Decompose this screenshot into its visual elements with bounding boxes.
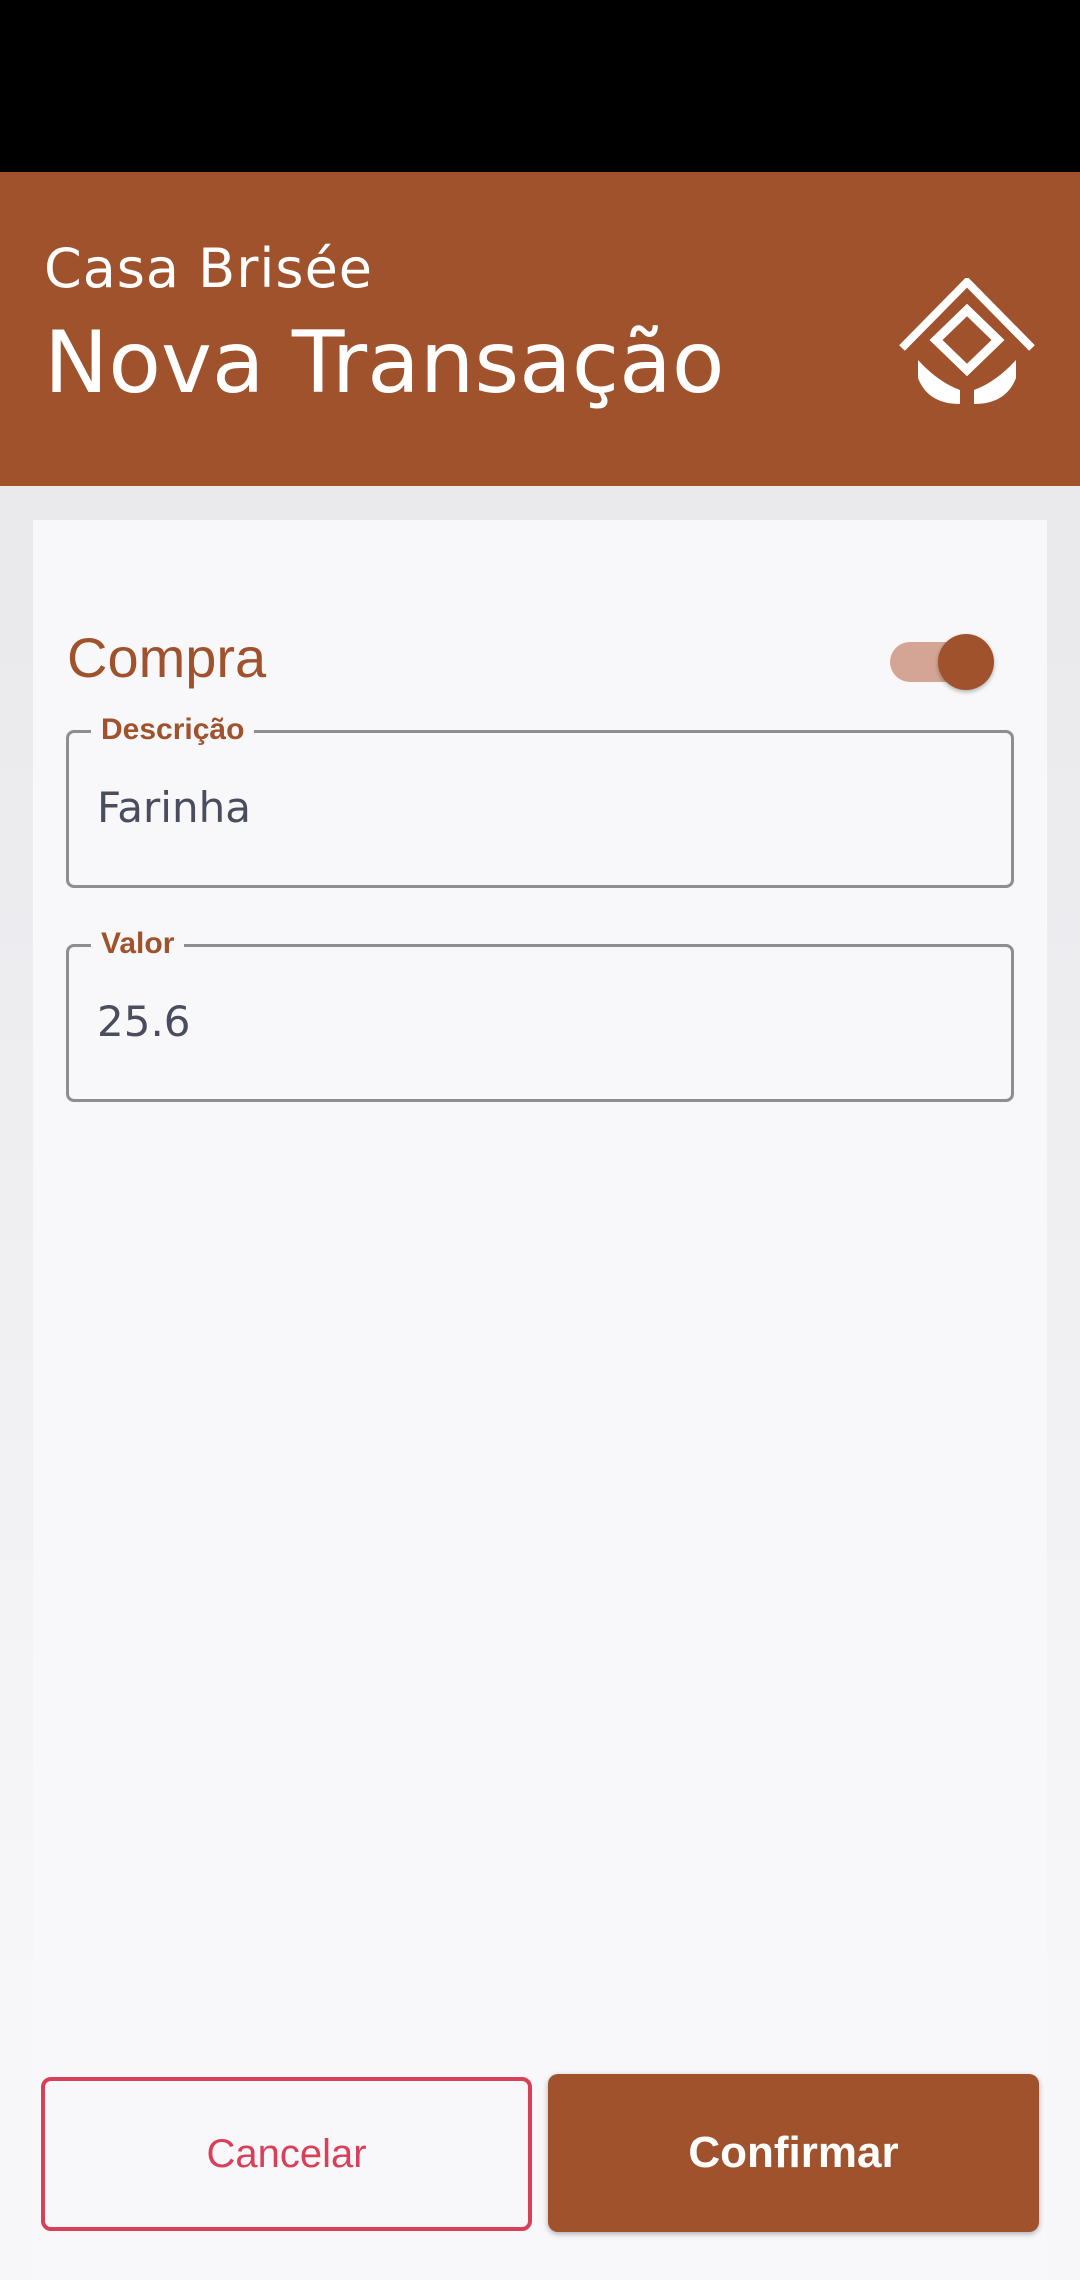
header-subtitle: Casa Brisée [44, 237, 374, 300]
house-diamond-logo-icon [899, 278, 1035, 404]
purchase-toggle-switch[interactable] [886, 634, 996, 690]
description-input[interactable]: Farinha [97, 783, 977, 833]
value-input[interactable]: 25.6 [97, 997, 977, 1047]
confirm-button[interactable]: Confirmar [548, 2074, 1039, 2232]
value-field[interactable]: Valor 25.6 [66, 926, 1014, 1102]
toggle-thumb [938, 634, 994, 690]
app-header: Casa Brisée Nova Transação [0, 172, 1080, 486]
value-field-label: Valor [91, 926, 185, 962]
page-title: Nova Transação [44, 313, 725, 413]
cancel-button[interactable]: Cancelar [41, 2077, 532, 2231]
purchase-toggle-label: Compra [67, 626, 267, 689]
description-field-label: Descrição [91, 712, 255, 748]
transaction-form-card: Compra Descrição Farinha Valor 25.6 [33, 520, 1047, 2280]
status-bar [0, 0, 1080, 172]
description-field[interactable]: Descrição Farinha [66, 712, 1014, 888]
